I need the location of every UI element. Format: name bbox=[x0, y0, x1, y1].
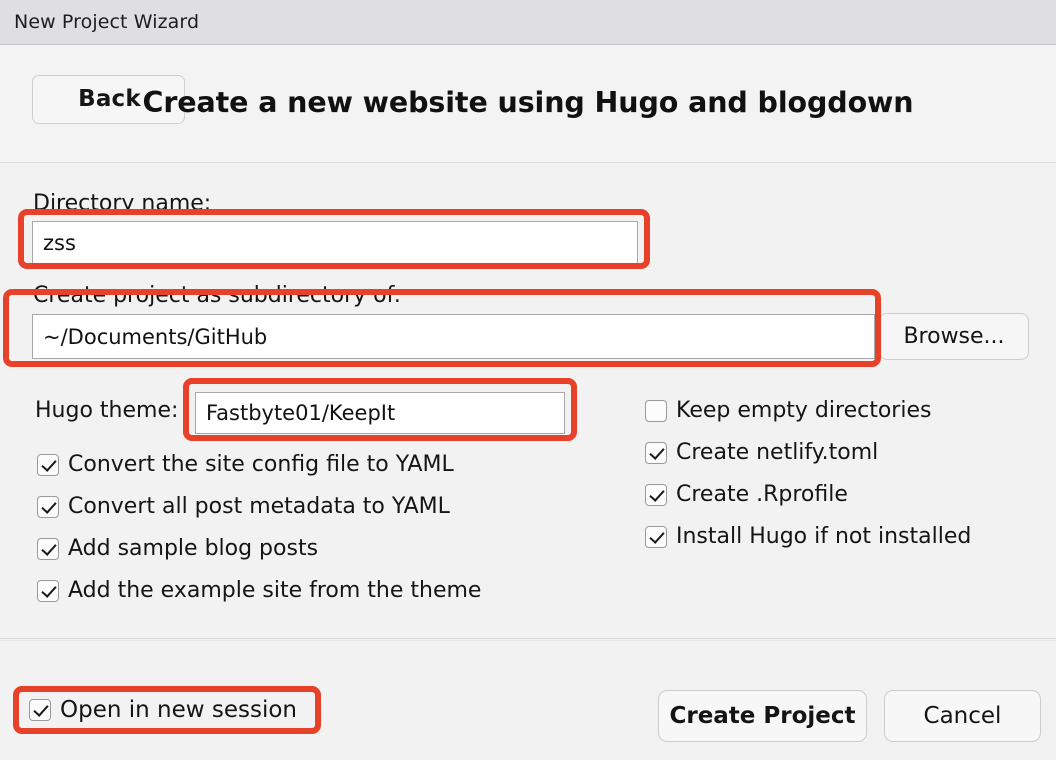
checkbox-icon[interactable] bbox=[29, 699, 51, 721]
checkbox-create-netlify-toml[interactable]: Create netlify.toml bbox=[645, 440, 878, 465]
checkbox-install-hugo[interactable]: Install Hugo if not installed bbox=[645, 524, 971, 549]
checkbox-label: Convert the site config file to YAML bbox=[68, 452, 454, 477]
subdirectory-input[interactable] bbox=[32, 314, 875, 359]
checkbox-convert-post-metadata[interactable]: Convert all post metadata to YAML bbox=[37, 494, 450, 519]
checkbox-icon[interactable] bbox=[645, 399, 667, 422]
checkbox-add-example-site[interactable]: Add the example site from the theme bbox=[37, 578, 481, 603]
hugo-theme-label: Hugo theme: bbox=[35, 398, 179, 423]
checkbox-label: Create netlify.toml bbox=[676, 440, 879, 465]
checkbox-icon[interactable] bbox=[645, 483, 667, 506]
checkbox-add-sample-posts[interactable]: Add sample blog posts bbox=[37, 536, 318, 561]
create-project-button[interactable]: Create Project bbox=[658, 690, 867, 742]
page-title: Create a new website using Hugo and blog… bbox=[142, 86, 914, 119]
checkbox-label: Add sample blog posts bbox=[68, 536, 319, 561]
checkbox-create-rprofile[interactable]: Create .Rprofile bbox=[645, 482, 848, 507]
checkbox-label: Add the example site from the theme bbox=[68, 578, 482, 603]
checkbox-icon[interactable] bbox=[37, 579, 59, 602]
checkbox-label: Open in new session bbox=[60, 697, 298, 723]
checkbox-icon[interactable] bbox=[37, 453, 59, 476]
cancel-button[interactable]: Cancel bbox=[884, 690, 1041, 742]
checkbox-icon[interactable] bbox=[37, 495, 59, 518]
directory-name-input[interactable] bbox=[32, 221, 638, 264]
checkbox-label: Keep empty directories bbox=[676, 398, 932, 423]
checkbox-keep-empty-directories[interactable]: Keep empty directories bbox=[645, 398, 931, 423]
checkbox-icon[interactable] bbox=[37, 537, 59, 560]
browse-button[interactable]: Browse... bbox=[879, 313, 1029, 360]
wizard-header: Back Create a new website using Hugo and… bbox=[0, 46, 1056, 163]
checkbox-convert-site-config[interactable]: Convert the site config file to YAML bbox=[37, 452, 454, 477]
checkbox-open-in-new-session[interactable]: Open in new session bbox=[29, 697, 297, 723]
checkbox-label: Convert all post metadata to YAML bbox=[68, 494, 450, 519]
window-title: New Project Wizard bbox=[14, 11, 200, 33]
checkbox-label: Create .Rprofile bbox=[676, 482, 848, 507]
checkbox-icon[interactable] bbox=[645, 441, 667, 464]
window-titlebar: New Project Wizard bbox=[0, 0, 1056, 45]
hugo-theme-input[interactable] bbox=[195, 392, 565, 434]
checkbox-label: Install Hugo if not installed bbox=[676, 524, 972, 549]
subdirectory-label: Create project as subdirectory of: bbox=[33, 283, 401, 308]
checkbox-icon[interactable] bbox=[645, 525, 667, 548]
directory-name-label: Directory name: bbox=[33, 191, 212, 216]
